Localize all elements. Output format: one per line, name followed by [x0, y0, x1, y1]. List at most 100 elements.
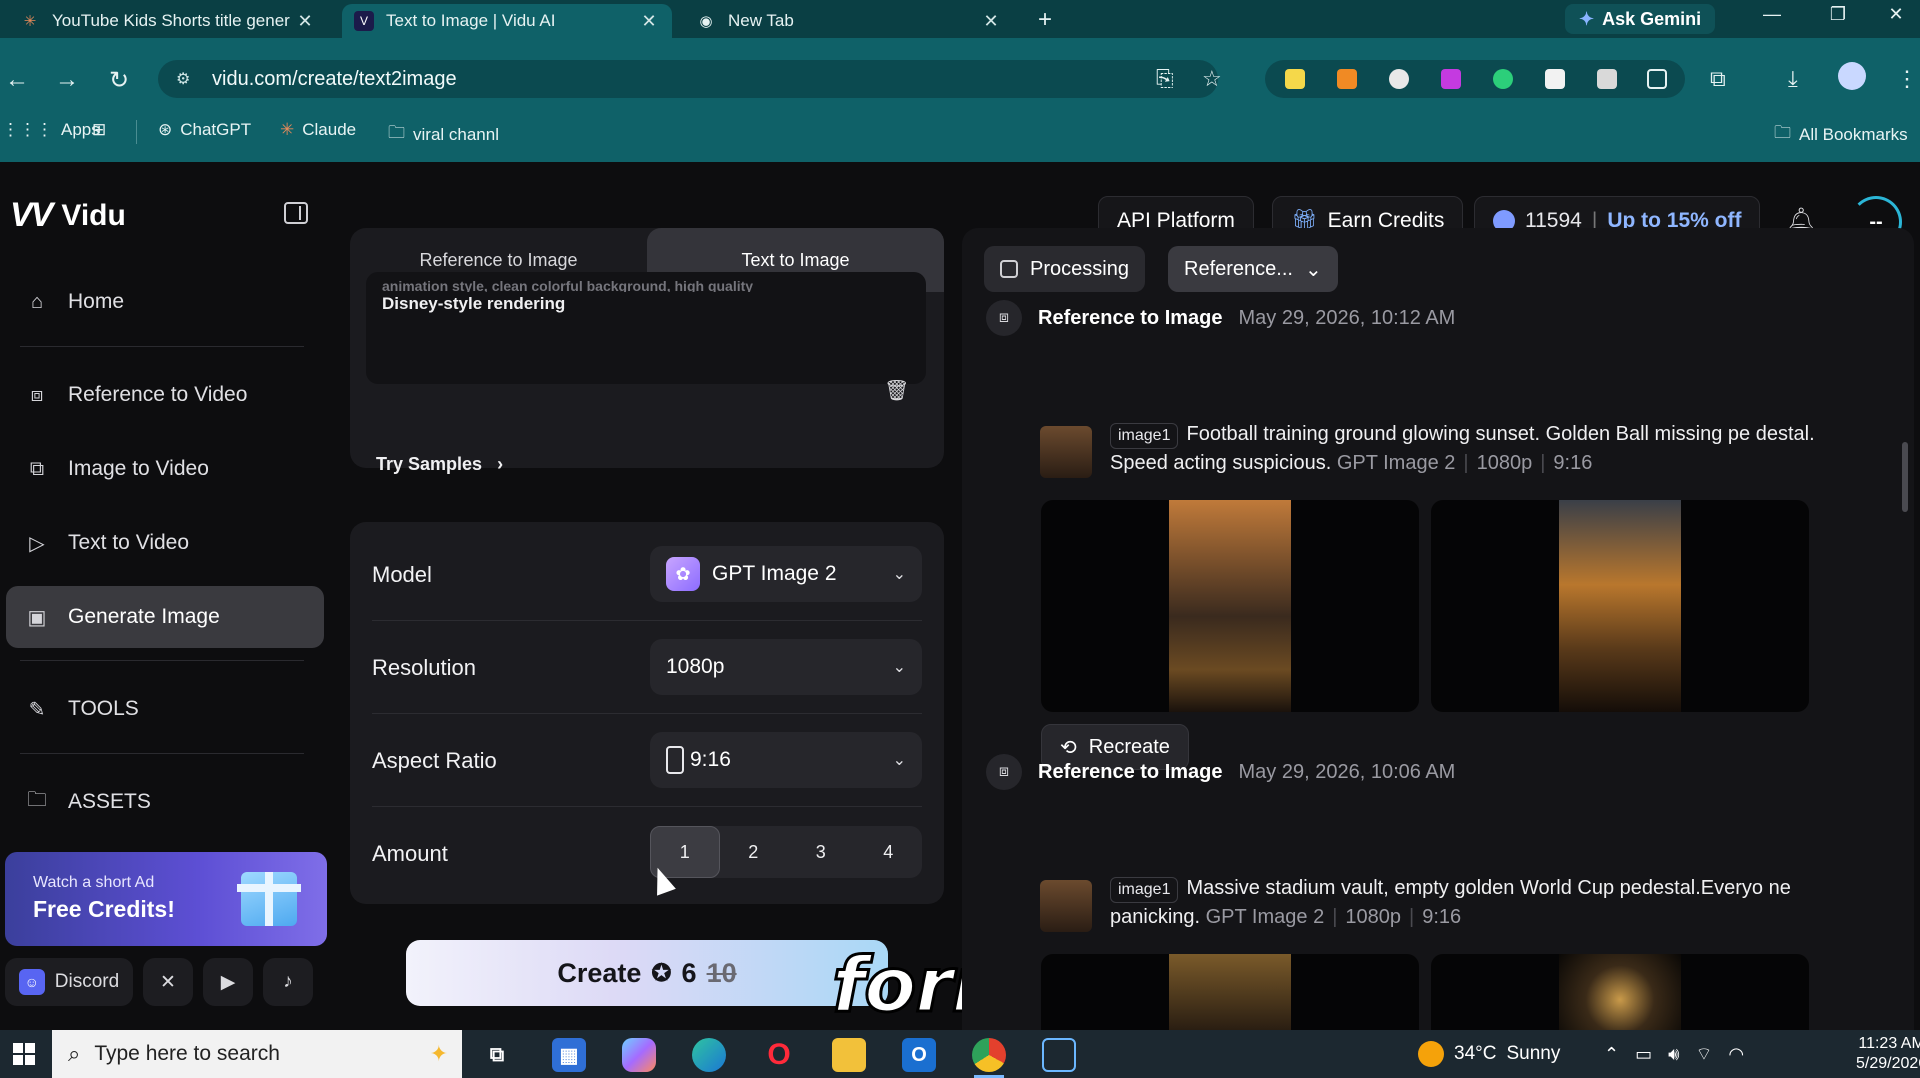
close-window-button[interactable]: ✕ [1876, 4, 1916, 25]
sidebar-item-reference-to-video[interactable]: ⧈ Reference to Video [6, 364, 324, 426]
forward-icon[interactable]: → [52, 66, 82, 94]
tab-search-icon[interactable]: ⧉ [1710, 66, 1726, 92]
site-settings-icon[interactable]: ⚙ [176, 69, 198, 89]
start-button[interactable] [0, 1030, 48, 1078]
feed-scrollbar[interactable] [1902, 442, 1908, 512]
trash-icon[interactable]: 🗑︎ [884, 378, 909, 403]
prompt-textarea[interactable]: animation style, clean colorful backgrou… [366, 272, 926, 384]
extension-shield-icon[interactable] [1441, 69, 1461, 89]
file-explorer-icon[interactable] [832, 1038, 866, 1072]
extensions-puzzle-icon[interactable] [1647, 69, 1667, 89]
sidebar-item-text-to-video[interactable]: ▷ Text to Video [6, 512, 324, 574]
reference-thumbnail[interactable] [1040, 426, 1092, 478]
create-button[interactable]: Create ✪ 6 10 [406, 940, 888, 1006]
grid-icon: ⊞ [92, 120, 107, 139]
sidebar-item-image-to-video[interactable]: ⧉ Image to Video [6, 438, 324, 500]
bookmark-grid[interactable]: ⊞ [92, 120, 106, 140]
resolution-select[interactable]: 1080p ⌄ [650, 639, 922, 695]
windows-taskbar: ⌕ Type here to search ✦ ⧉ ▦ O O 34°C Sun… [0, 1030, 1920, 1078]
sidebar-item-label: Image to Video [68, 457, 209, 480]
sidebar-item-assets[interactable]: 🗀 ASSETS [6, 771, 324, 833]
search-highlight-icon: ✦ [429, 1041, 448, 1066]
amount-option-3[interactable]: 3 [787, 826, 855, 878]
reload-icon[interactable]: ↻ [104, 66, 134, 95]
bookmark-chatgpt[interactable]: ⊛ ChatGPT [158, 120, 251, 140]
reference-thumbnail[interactable] [1040, 880, 1092, 932]
entry-title: Reference to Image [1038, 306, 1223, 329]
bookmark-claude[interactable]: ✳ Claude [280, 120, 356, 140]
free-credits-promo[interactable]: Watch a short Ad Free Credits! [5, 852, 327, 946]
processing-label: Processing [1030, 257, 1129, 280]
extension-record-icon[interactable] [1597, 69, 1617, 89]
edge-icon[interactable] [692, 1038, 726, 1072]
processing-filter[interactable]: Processing [984, 246, 1145, 292]
bookmark-star-icon[interactable]: ☆ [1202, 66, 1222, 92]
back-icon[interactable]: ← [2, 66, 32, 94]
generated-image-2[interactable] [1431, 500, 1809, 712]
bookmark-apps[interactable]: ⋮⋮⋮ Apps [2, 120, 100, 140]
close-icon[interactable]: ✕ [638, 11, 660, 32]
screen-capture-icon[interactable] [1042, 1038, 1076, 1072]
opera-icon[interactable]: O [762, 1038, 796, 1072]
reference-filter-dropdown[interactable]: Reference... ⌄ [1168, 246, 1338, 292]
sidebar-item-tools[interactable]: ✎ TOOLS [6, 678, 324, 740]
sidebar-item-generate-image[interactable]: ▣ Generate Image [6, 586, 324, 648]
settings-divider [372, 713, 922, 714]
outlook-icon[interactable]: O [902, 1038, 936, 1072]
close-icon[interactable]: ✕ [294, 11, 316, 32]
sidebar-item-home[interactable]: ⌂ Home [6, 271, 324, 333]
try-samples-link[interactable]: Try Samples › [376, 454, 503, 475]
weather-widget[interactable]: 34°C Sunny [1418, 1030, 1560, 1078]
extension-download-icon[interactable] [1545, 69, 1565, 89]
new-tab-button[interactable]: + [1030, 6, 1060, 36]
copilot-icon[interactable] [622, 1038, 656, 1072]
chrome-taskbar-icon[interactable] [972, 1038, 1006, 1078]
youtube-social-button[interactable]: ▶ [203, 958, 253, 1006]
url-text: vidu.com/create/text2image [212, 67, 457, 90]
extension-docs-icon[interactable] [1337, 69, 1357, 89]
close-icon[interactable]: ✕ [980, 11, 1002, 32]
minimize-button[interactable]: — [1752, 4, 1792, 25]
discord-button[interactable]: ☺ Discord [5, 958, 133, 1006]
tiktok-social-button[interactable]: ♪ [263, 958, 313, 1006]
create-label: Create [557, 957, 642, 988]
extension-notes-icon[interactable] [1285, 69, 1305, 89]
sidebar-collapse-icon[interactable] [284, 202, 308, 224]
chevron-down-icon: ⌄ [892, 752, 906, 769]
generated-image-3[interactable] [1041, 954, 1419, 1030]
extension-grammar-icon[interactable] [1493, 69, 1513, 89]
restore-button[interactable]: ❐ [1818, 4, 1858, 25]
aspect-ratio-select[interactable]: 9:16 ⌄ [650, 732, 922, 788]
x-social-button[interactable]: ✕ [143, 958, 193, 1006]
extension-color-icon[interactable] [1389, 69, 1409, 89]
address-bar[interactable]: ⚙ vidu.com/create/text2image [158, 60, 1218, 98]
model-select[interactable]: ✿ GPT Image 2 ⌄ [650, 546, 922, 602]
amount-option-4[interactable]: 4 [855, 826, 923, 878]
wifi-icon[interactable]: ◠ [1728, 1044, 1744, 1065]
ask-gemini-button[interactable]: ✦ Ask Gemini [1565, 4, 1716, 34]
amount-option-2[interactable]: 2 [720, 826, 788, 878]
generated-image-1[interactable] [1041, 500, 1419, 712]
network-icon[interactable]: ⌔ [1695, 1043, 1712, 1066]
volume-icon[interactable]: 🔊︎ [1668, 1044, 1679, 1065]
menu-icon[interactable]: ⋮ [1896, 66, 1918, 92]
tab-vidu[interactable]: V Text to Image | Vidu AI ✕ [342, 4, 672, 38]
entry-resolution: 1080p [1345, 906, 1402, 928]
text-video-icon: ▷ [29, 532, 45, 555]
meet-icon[interactable]: ▭ [1635, 1044, 1652, 1065]
tab-youtube-kids[interactable]: ✳ YouTube Kids Shorts title gener ✕ [8, 4, 328, 38]
taskbar-clock[interactable]: 11:23 AM 5/29/2026 [1856, 1034, 1920, 1074]
vidu-logo[interactable]: VV Vidu [10, 196, 126, 235]
chevron-up-icon[interactable]: ⌃ [1604, 1044, 1619, 1065]
downloads-icon[interactable]: ⤓ [1788, 66, 1798, 92]
profile-avatar-icon[interactable] [1838, 62, 1866, 90]
task-view-icon[interactable]: ⧉ [480, 1038, 514, 1072]
taskbar-search[interactable]: ⌕ Type here to search ✦ [52, 1030, 462, 1078]
bookmark-viral-channl[interactable]: 🗀 viral channl [388, 120, 499, 149]
generated-image-4[interactable] [1431, 954, 1809, 1030]
bookmark-all[interactable]: 🗀 All Bookmarks [1774, 120, 1908, 149]
tab-new-tab[interactable]: ◉ New Tab ✕ [684, 4, 1014, 38]
store-icon[interactable]: ▦ [552, 1038, 586, 1072]
gift-box-icon [237, 872, 301, 926]
install-app-icon[interactable]: ⎘ [1156, 66, 1174, 92]
